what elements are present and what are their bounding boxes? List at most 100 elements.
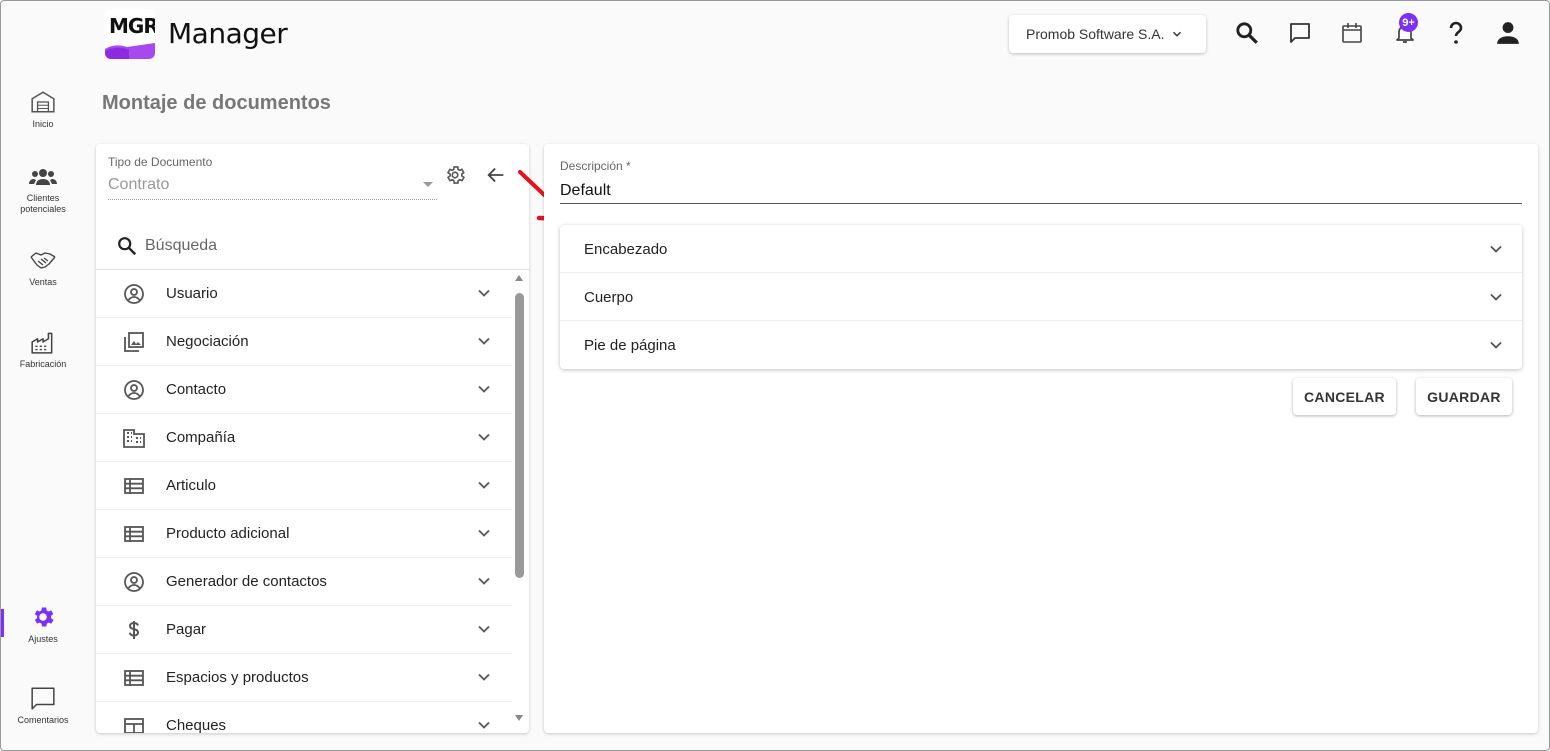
list-item-label: Articulo <box>166 477 217 494</box>
messages-button[interactable] <box>1286 19 1314 47</box>
chevron-down-icon <box>478 577 490 585</box>
chevron-down-icon <box>478 625 490 633</box>
comment-icon <box>31 687 55 710</box>
nav-label: Inicio <box>32 119 54 129</box>
table-icon <box>124 718 144 733</box>
page-title: Montaje de documentos <box>102 92 331 114</box>
search-icon <box>1236 22 1258 44</box>
list-item-label: Compañía <box>166 429 236 446</box>
user-circle-icon <box>124 380 144 400</box>
document-fields-panel: Tipo de Documento Contrato Usuario Negoc… <box>96 144 529 733</box>
list-item-label: Contacto <box>166 381 227 398</box>
gear-icon <box>34 607 54 627</box>
company-name: Promob Software S.A. <box>1026 26 1165 42</box>
arrow-left-icon <box>487 167 504 183</box>
back-button[interactable] <box>485 164 509 188</box>
scroll-up-arrow-icon[interactable] <box>515 275 523 281</box>
list-item-contacto[interactable]: Contacto <box>96 366 511 414</box>
list-item-cheques[interactable]: Cheques <box>96 702 511 733</box>
chevron-down-icon <box>478 721 490 729</box>
chevron-down-icon <box>478 529 490 537</box>
settings-button[interactable] <box>444 164 468 188</box>
help-button[interactable] <box>1442 19 1470 47</box>
company-selector[interactable]: Promob Software S.A. <box>1009 15 1206 53</box>
logo-swoosh-icon <box>105 43 155 59</box>
scrollbar-thumb[interactable] <box>515 293 524 578</box>
nav-label: Ventas <box>29 277 57 287</box>
list-item-label: Cheques <box>166 717 227 733</box>
list-item-generador-de-contactos[interactable]: Generador de contactos <box>96 558 511 606</box>
description-input[interactable] <box>560 178 1522 204</box>
user-circle-icon <box>124 284 144 304</box>
section-label: Cuerpo <box>584 289 634 306</box>
search-input[interactable] <box>145 234 505 258</box>
gear-icon <box>446 166 465 184</box>
search-button[interactable] <box>1233 19 1261 47</box>
chevron-down-icon <box>1172 31 1182 37</box>
chat-icon <box>1290 23 1310 43</box>
nav-comentarios[interactable]: Comentarios <box>1 685 85 726</box>
chevron-down-icon <box>478 385 490 393</box>
app-logo[interactable]: MGR <box>105 9 155 59</box>
list-icon <box>124 478 144 494</box>
notification-badge: 9+ <box>1399 13 1418 32</box>
dollar-icon <box>128 621 140 639</box>
list-scrollbar[interactable] <box>511 270 529 733</box>
list-item-negociacion[interactable]: Negociación <box>96 318 511 366</box>
warehouse-icon <box>31 91 55 113</box>
nav-label: Fabricación <box>19 359 67 369</box>
help-icon <box>1449 21 1463 44</box>
doc-type-underline <box>108 199 437 200</box>
list-item-label: Usuario <box>166 285 218 302</box>
nav-fabricacion[interactable]: Fabricación <box>1 329 85 370</box>
list-item-usuario[interactable]: Usuario <box>96 270 511 318</box>
chevron-down-icon <box>478 673 490 681</box>
nav-ventas[interactable]: Ventas <box>1 249 85 288</box>
factory-icon <box>31 332 53 354</box>
list-item-compania[interactable]: Compañía <box>96 414 511 462</box>
list-item-espacios-y-productos[interactable]: Espacios y productos <box>96 654 511 702</box>
section-pie-de-pagina[interactable]: Pie de página <box>560 321 1522 369</box>
nav-ajustes[interactable]: Ajustes <box>1 604 85 645</box>
building-icon <box>123 429 145 448</box>
calendar-button[interactable] <box>1338 19 1366 47</box>
section-label: Encabezado <box>584 241 668 258</box>
people-icon <box>29 169 57 185</box>
list-item-pagar[interactable]: Pagar <box>96 606 511 654</box>
nav-inicio[interactable]: Inicio <box>1 89 85 130</box>
section-cuerpo[interactable]: Cuerpo <box>560 273 1522 321</box>
section-label: Pie de página <box>584 337 676 354</box>
calendar-icon <box>1342 23 1362 43</box>
description-label: Descripción * <box>560 159 631 173</box>
search-bar <box>96 222 529 270</box>
section-encabezado[interactable]: Encabezado <box>560 225 1522 273</box>
chevron-down-icon <box>1490 293 1502 301</box>
doc-type-label: Tipo de Documento <box>108 155 213 169</box>
list-item-label: Espacios y productos <box>166 669 309 686</box>
doc-type-select[interactable]: Contrato <box>108 176 169 194</box>
chevron-down-icon <box>478 289 490 297</box>
photo-library-icon <box>124 332 144 352</box>
chevron-down-icon <box>1490 341 1502 349</box>
list-item-label: Pagar <box>166 621 207 638</box>
list-item-label: Negociación <box>166 333 249 350</box>
logo-text: MGR <box>109 14 155 38</box>
list-item-producto-adicional[interactable]: Producto adicional <box>96 510 511 558</box>
chevron-down-icon <box>1490 245 1502 253</box>
app-window: MGR Manager Promob Software S.A. 9+ Inic… <box>0 0 1550 751</box>
list-item-label: Producto adicional <box>166 525 290 542</box>
list-icon <box>124 670 144 686</box>
chevron-down-icon <box>478 481 490 489</box>
nav-clientes-potenciales[interactable]: Clientes potenciales <box>1 165 85 215</box>
handshake-icon <box>30 252 56 269</box>
fields-list: Usuario Negociación Contacto Compañía Ar <box>96 270 511 733</box>
user-icon <box>1497 22 1519 44</box>
app-title: Manager <box>168 17 288 50</box>
chevron-down-icon <box>478 433 490 441</box>
list-item-articulo[interactable]: Articulo <box>96 462 511 510</box>
save-button[interactable]: GUARDAR <box>1416 378 1512 415</box>
scroll-down-arrow-icon[interactable] <box>515 715 523 721</box>
profile-button[interactable] <box>1494 19 1522 47</box>
cancel-button[interactable]: CANCELAR <box>1293 378 1396 415</box>
nav-label: Clientes potenciales <box>20 193 66 214</box>
